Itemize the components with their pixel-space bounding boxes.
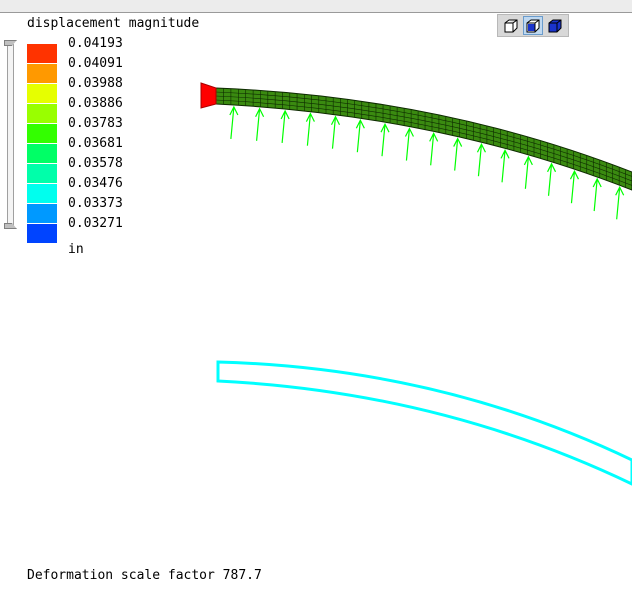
legend-swatch <box>27 204 57 223</box>
load-arrow <box>615 185 625 220</box>
deformation-scale-label: Deformation scale factor 787.7 <box>27 568 262 583</box>
legend-value: 0.04193 <box>68 36 123 51</box>
legend-swatch <box>27 224 57 243</box>
solid-view-button[interactable] <box>545 16 565 35</box>
legend-value: 0.03783 <box>68 116 123 131</box>
wireframe-view-button[interactable] <box>501 16 521 35</box>
legend-value: 0.04091 <box>68 56 123 71</box>
shaded-view-button[interactable] <box>523 16 543 35</box>
legend-swatch <box>27 64 57 83</box>
view-style-toolbar <box>497 14 569 37</box>
load-arrow <box>453 137 463 171</box>
legend-value: 0.03988 <box>68 76 123 91</box>
fixed-constraint-marker <box>200 82 217 109</box>
legend-swatch <box>27 164 57 183</box>
legend-value: 0.03886 <box>68 96 123 111</box>
legend-value: 0.03476 <box>68 176 123 191</box>
shaded-cube-icon <box>526 19 540 32</box>
load-arrow <box>255 107 265 141</box>
legend-swatch <box>27 44 57 63</box>
legend-value: 0.03373 <box>68 196 123 211</box>
legend-swatch <box>27 144 57 163</box>
load-arrow <box>229 105 239 140</box>
load-arrow <box>500 148 510 183</box>
load-arrow <box>592 177 602 212</box>
undeformed-shape-outline <box>216 360 632 486</box>
load-arrow <box>330 115 341 149</box>
legend-swatch <box>27 84 57 103</box>
legend-range-slider[interactable] <box>7 44 14 226</box>
load-arrow <box>404 127 414 161</box>
legend-value: 0.03271 <box>68 216 123 231</box>
load-arrow <box>380 122 390 157</box>
load-arrow <box>429 132 439 166</box>
legend-swatch <box>27 124 57 143</box>
load-arrow <box>355 118 365 153</box>
legend-title: displacement magnitude <box>27 16 200 31</box>
solid-cube-icon <box>548 19 562 32</box>
legend-swatch <box>27 104 57 123</box>
wireframe-cube-icon <box>504 19 518 32</box>
load-arrow <box>523 155 533 189</box>
load-arrow <box>280 109 290 144</box>
legend-value: 0.03681 <box>68 136 123 151</box>
legend-values: 0.04193 0.04091 0.03988 0.03886 0.03783 … <box>68 36 123 236</box>
legend-swatch <box>27 184 57 203</box>
legend-color-scale <box>27 44 57 244</box>
load-arrow <box>476 142 486 177</box>
load-arrow <box>547 162 557 196</box>
load-arrow <box>569 169 580 204</box>
legend-units: in <box>68 242 84 257</box>
legend-value: 0.03578 <box>68 156 123 171</box>
deformed-shape <box>215 87 632 191</box>
load-arrow <box>305 112 315 146</box>
